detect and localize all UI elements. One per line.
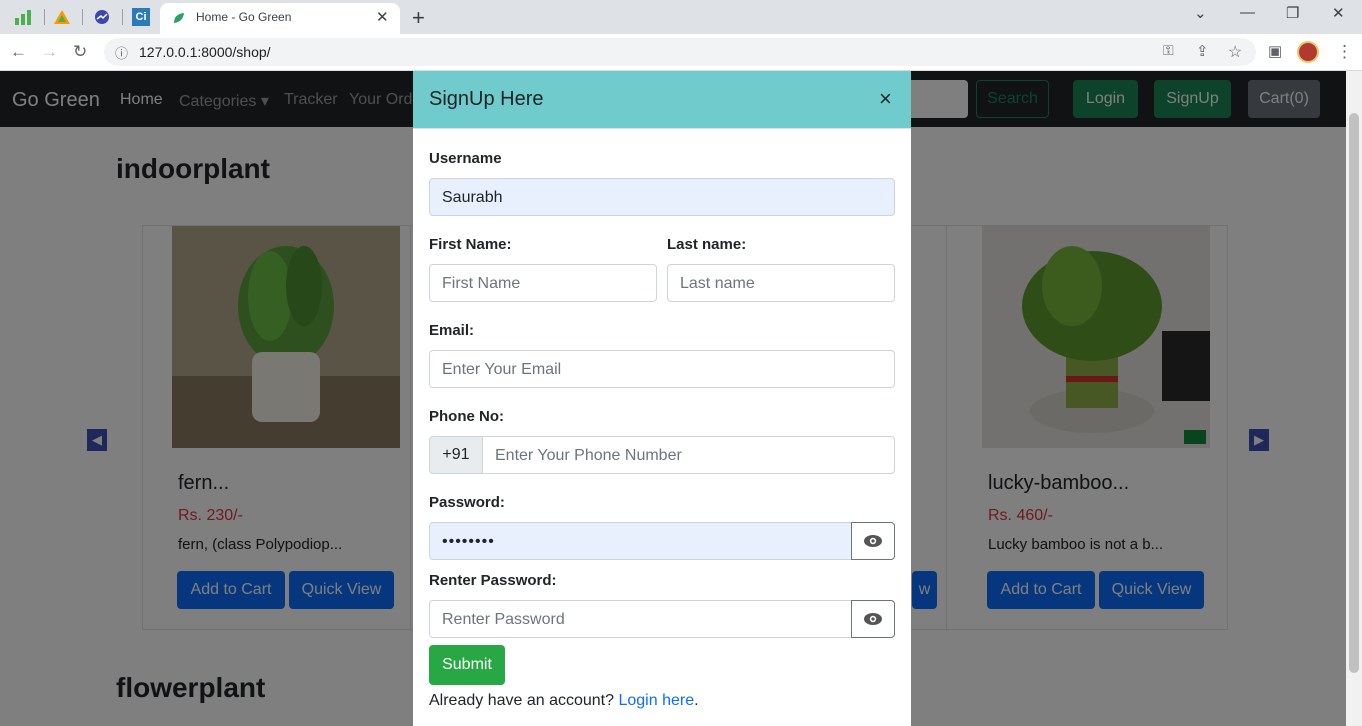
email-input[interactable]: Enter Your Email: [429, 350, 895, 388]
leaf-favicon-icon: [172, 11, 186, 30]
bookmark-star-icon[interactable]: ☆: [1228, 42, 1242, 62]
show-password-eye-icon[interactable]: [851, 522, 895, 560]
phone-prefix: +91: [429, 436, 483, 474]
tab-title: Home - Go Green: [196, 10, 292, 24]
minimize-icon[interactable]: —: [1240, 4, 1255, 21]
reload-icon[interactable]: ↻: [73, 42, 87, 62]
password-label: Password:: [429, 494, 505, 511]
bar-chart-icon[interactable]: [12, 6, 34, 28]
ci-logo-icon[interactable]: Ci: [130, 6, 152, 28]
email-label: Email:: [429, 322, 475, 339]
active-tab[interactable]: Home - Go Green ✕: [160, 3, 400, 34]
login-here-link[interactable]: Login here: [618, 692, 694, 709]
tab-close-icon[interactable]: ✕: [376, 8, 389, 26]
last-name-input[interactable]: Last name: [667, 264, 895, 302]
renter-password-label: Renter Password:: [429, 572, 557, 589]
browser-tab-strip: Ci Home - Go Green ✕ + ⌄ — ❐ ✕: [0, 0, 1362, 34]
profile-avatar[interactable]: [1297, 41, 1319, 63]
back-icon[interactable]: ←: [10, 42, 27, 62]
scrollbar-thumb[interactable]: [1349, 113, 1359, 673]
tab-search-icon[interactable]: ⌄: [1194, 4, 1207, 22]
modal-header: SignUp Here ×: [413, 71, 911, 129]
submit-button[interactable]: Submit: [429, 645, 505, 685]
info-icon[interactable]: ⓘ: [115, 43, 128, 62]
browser-toolbar: ← → ↻ ⓘ 127.0.0.1:8000/shop/ ⚿ ⇪ ☆ ▣ ⋮: [0, 34, 1362, 71]
analytics-logo-icon[interactable]: [91, 6, 113, 28]
first-name-label: First Name:: [429, 236, 512, 253]
phone-input[interactable]: Enter Your Phone Number: [482, 436, 895, 474]
restore-icon[interactable]: ❐: [1286, 4, 1299, 22]
first-name-input[interactable]: First Name: [429, 264, 657, 302]
signup-modal: SignUp Here × Username Saurabh First Nam…: [413, 71, 911, 726]
address-bar[interactable]: ⓘ 127.0.0.1:8000/shop/: [104, 38, 1256, 66]
triangle-logo-icon[interactable]: [51, 6, 73, 28]
login-prompt: Already have an account? Login here.: [429, 692, 699, 710]
login-prompt-text: Already have an account?: [429, 692, 615, 709]
last-name-label: Last name:: [667, 236, 747, 253]
key-icon[interactable]: ⚿: [1163, 42, 1174, 59]
close-window-icon[interactable]: ✕: [1332, 4, 1345, 22]
forward-icon[interactable]: →: [41, 42, 58, 62]
username-label: Username: [429, 150, 502, 167]
phone-label: Phone No:: [429, 408, 504, 425]
close-icon[interactable]: ×: [879, 86, 892, 112]
share-icon[interactable]: ⇪: [1196, 42, 1209, 60]
menu-icon[interactable]: ⋮: [1336, 42, 1353, 62]
username-input[interactable]: Saurabh: [429, 178, 895, 216]
side-panel-icon[interactable]: ▣: [1268, 42, 1282, 60]
modal-title: SignUp Here: [429, 88, 544, 110]
login-prompt-period: .: [694, 692, 699, 709]
new-tab-icon[interactable]: +: [412, 5, 425, 31]
show-renter-password-eye-icon[interactable]: [851, 600, 895, 638]
password-input[interactable]: ••••••••: [429, 522, 852, 560]
page-scrollbar[interactable]: [1346, 71, 1362, 726]
renter-password-input[interactable]: Renter Password: [429, 600, 852, 638]
url-text: 127.0.0.1:8000/shop/: [139, 44, 271, 60]
page-content: Go Green Home Categories ▾ Tracker Your …: [0, 71, 1346, 726]
